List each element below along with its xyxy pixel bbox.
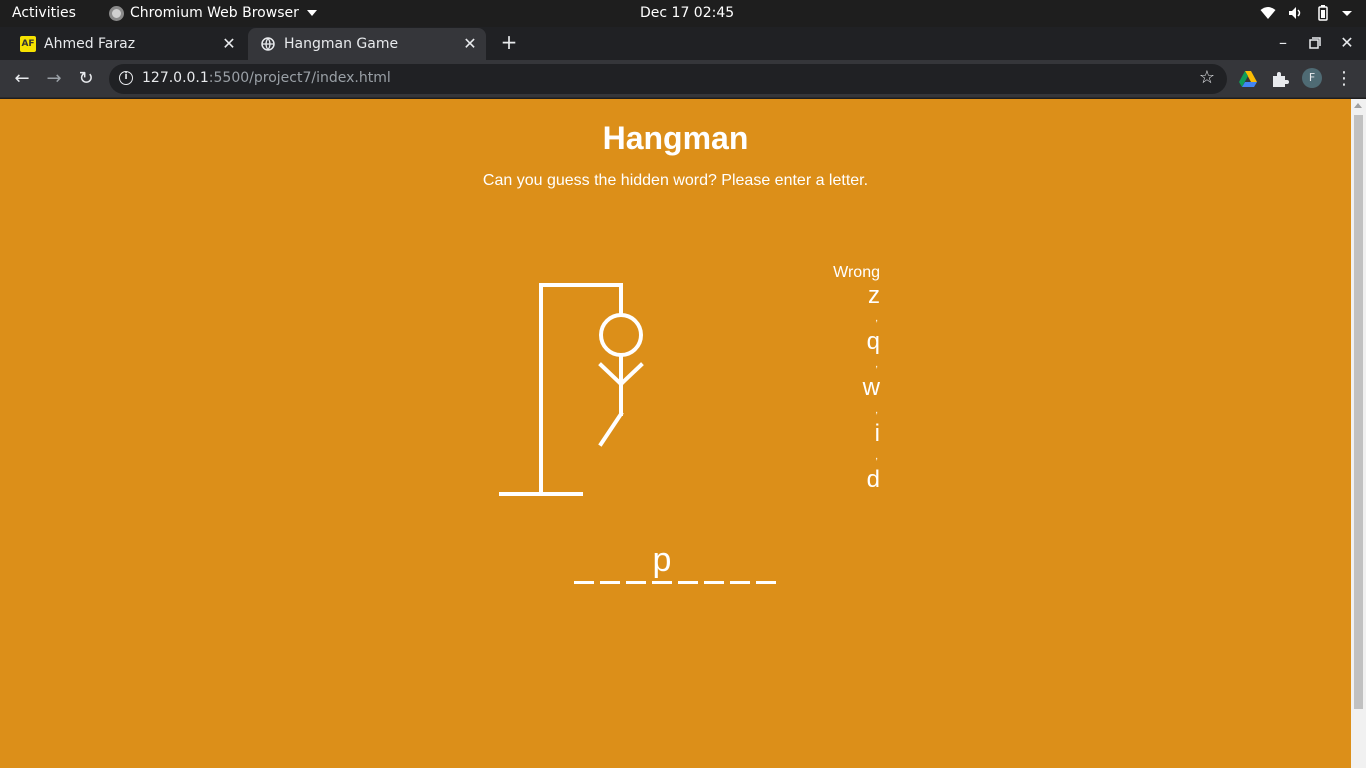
forward-arrow-icon[interactable]: →: [42, 67, 66, 91]
hangman-head: [599, 313, 643, 357]
tab-title: Hangman Game: [284, 36, 399, 52]
url-host: 127.0.0.1: [142, 70, 209, 86]
caret-down-icon: [306, 10, 317, 16]
system-tray[interactable]: [1260, 5, 1352, 21]
letter-slot: [704, 540, 724, 584]
letter-separator: ,: [875, 405, 878, 416]
scrollbar-thumb[interactable]: [1354, 115, 1363, 709]
volume-icon: [1289, 7, 1301, 19]
hangman-figure: [499, 283, 644, 496]
letter-slot: p: [652, 540, 672, 584]
letter-slot: [756, 540, 776, 584]
wrong-letter: d: [866, 466, 880, 493]
tab-strip: AF Ahmed Faraz ✕ Hangman Game ✕ + – ✕: [0, 27, 1366, 60]
letter-slot: [730, 540, 750, 584]
letter-separator: ,: [875, 451, 878, 462]
site-info-icon[interactable]: i: [119, 71, 133, 85]
google-drive-icon[interactable]: [1238, 69, 1258, 89]
restore-icon[interactable]: [1305, 33, 1325, 53]
activities-button[interactable]: Activities: [12, 5, 76, 21]
letter-separator: ,: [875, 313, 878, 324]
more-menu-icon[interactable]: ⋮: [1332, 67, 1356, 91]
tab-hangman-game[interactable]: Hangman Game ✕: [248, 28, 486, 60]
bookmark-star-icon[interactable]: ☆: [1199, 67, 1215, 88]
globe-icon: [260, 36, 276, 52]
url-path: :5500/project7/index.html: [208, 70, 391, 86]
wrong-letter: q: [866, 328, 880, 355]
wrong-letter: w: [862, 374, 880, 401]
minimize-icon[interactable]: –: [1273, 33, 1293, 53]
reload-icon[interactable]: ↻: [74, 67, 98, 91]
close-window-icon[interactable]: ✕: [1337, 33, 1357, 53]
tab-ahmed-faraz[interactable]: AF Ahmed Faraz ✕: [8, 28, 245, 60]
wrong-letter: i: [874, 420, 880, 447]
wrong-letters-list: z , q , w , i , d: [800, 284, 880, 492]
hidden-word: p: [574, 540, 776, 584]
letter-slot: [626, 540, 646, 584]
page-instructions: Can you guess the hidden word? Please en…: [482, 172, 869, 189]
extensions-puzzle-icon[interactable]: [1270, 69, 1290, 89]
address-bar[interactable]: i 127.0.0.1:5500/project7/index.html ☆: [109, 64, 1227, 94]
wrong-letters-panel: Wrong z , q , w , i , d: [800, 264, 880, 492]
chromium-icon: [109, 5, 124, 21]
back-arrow-icon[interactable]: ←: [10, 67, 34, 91]
system-menu-caret-icon: [1342, 11, 1352, 16]
battery-icon: [1318, 5, 1328, 21]
system-top-bar: Activities Chromium Web Browser Dec 17 0…: [0, 0, 1366, 27]
page-scrollbar[interactable]: [1351, 99, 1366, 768]
page-viewport: Hangman Can you guess the hidden word? P…: [0, 99, 1351, 768]
clock[interactable]: Dec 17 02:45: [640, 5, 734, 21]
af-favicon-icon: AF: [20, 36, 36, 52]
profile-avatar[interactable]: F: [1302, 68, 1322, 88]
app-menu-label: Chromium Web Browser: [130, 5, 299, 21]
app-menu[interactable]: Chromium Web Browser: [109, 5, 317, 21]
browser-toolbar: ← → ↻ i 127.0.0.1:5500/project7/index.ht…: [0, 60, 1366, 98]
url-text[interactable]: 127.0.0.1:5500/project7/index.html: [142, 70, 391, 86]
page-title: Hangman: [602, 120, 749, 156]
new-tab-button[interactable]: +: [499, 32, 519, 52]
scroll-up-arrow-icon[interactable]: [1354, 103, 1362, 108]
hangman-right-arm: [618, 362, 644, 387]
close-tab-icon[interactable]: ✕: [221, 36, 237, 52]
letter-slot: [600, 540, 620, 584]
letter-slot: [678, 540, 698, 584]
wrong-letter: z: [868, 282, 880, 309]
letter-separator: ,: [875, 359, 878, 370]
wrong-letters-label: Wrong: [833, 264, 880, 281]
tab-title: Ahmed Faraz: [44, 36, 136, 52]
close-tab-icon[interactable]: ✕: [462, 36, 478, 52]
hangman-left-leg: [598, 411, 624, 447]
hangman-left-arm: [598, 362, 624, 387]
letter-slot: [574, 540, 594, 584]
wifi-icon: [1260, 7, 1276, 19]
